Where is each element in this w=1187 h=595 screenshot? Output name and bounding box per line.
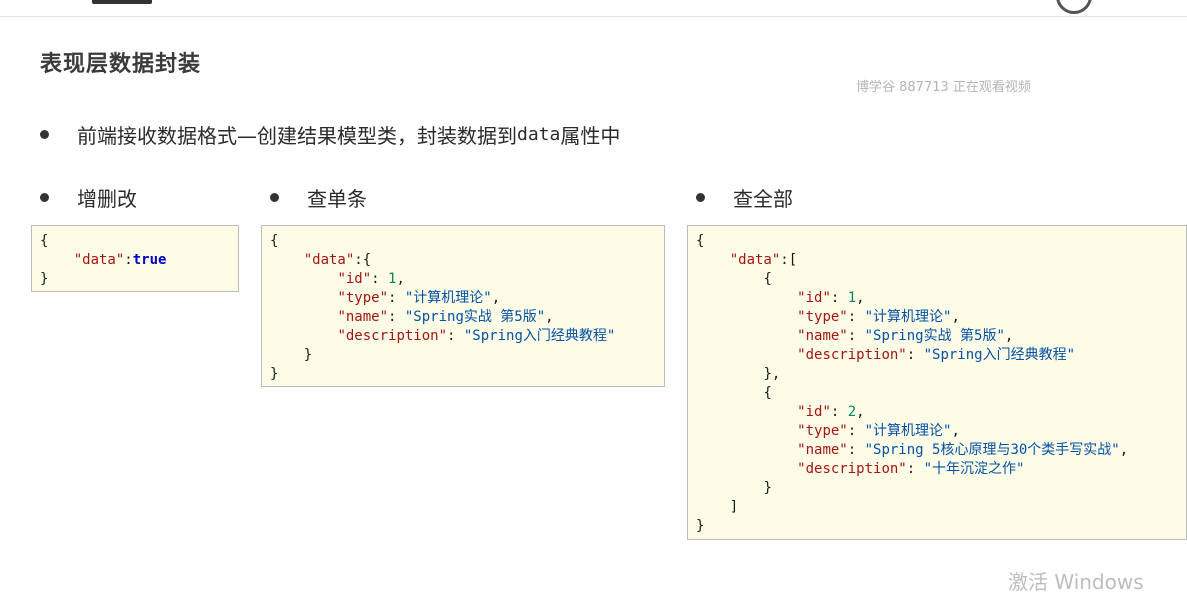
code-block-query-one: { "data":{ "id": 1, "type": "计算机理论", "na… bbox=[261, 225, 665, 387]
code-block-create-update-delete: { "data":true } bbox=[31, 225, 239, 292]
bullet-dot-icon bbox=[696, 193, 705, 202]
section-label-text: 查单条 bbox=[307, 187, 367, 211]
bullet-main-code: data bbox=[517, 124, 561, 145]
code-block-query-all: { "data":[ { "id": 1, "type": "计算机理论", "… bbox=[687, 225, 1187, 540]
bullet-dot-icon bbox=[40, 130, 49, 139]
bullet-main-prefix: 前端接收数据格式—创建结果模型类，封装数据到 bbox=[77, 124, 517, 148]
section-label-create-update-delete: 增删改 bbox=[40, 183, 137, 212]
header-text-fragment bbox=[92, 0, 152, 4]
slide-title: 表现层数据封装 bbox=[40, 52, 202, 77]
activate-windows-watermark: 激活 Windows bbox=[1008, 570, 1144, 594]
bullet-dot-icon bbox=[40, 193, 49, 202]
circle-icon bbox=[1056, 0, 1092, 14]
section-label-query-all: 查全部 bbox=[696, 183, 793, 212]
top-bar bbox=[0, 0, 1187, 17]
section-label-text: 查全部 bbox=[733, 187, 793, 211]
bullet-main-suffix: 属性中 bbox=[560, 124, 621, 148]
watermark: 博学谷 887713 正在观看视频 bbox=[856, 80, 1031, 95]
section-label-query-one: 查单条 bbox=[270, 183, 367, 212]
section-label-text: 增删改 bbox=[77, 187, 137, 211]
bullet-main: 前端接收数据格式—创建结果模型类，封装数据到 data 属性中 bbox=[40, 120, 620, 149]
bullet-dot-icon bbox=[270, 193, 279, 202]
